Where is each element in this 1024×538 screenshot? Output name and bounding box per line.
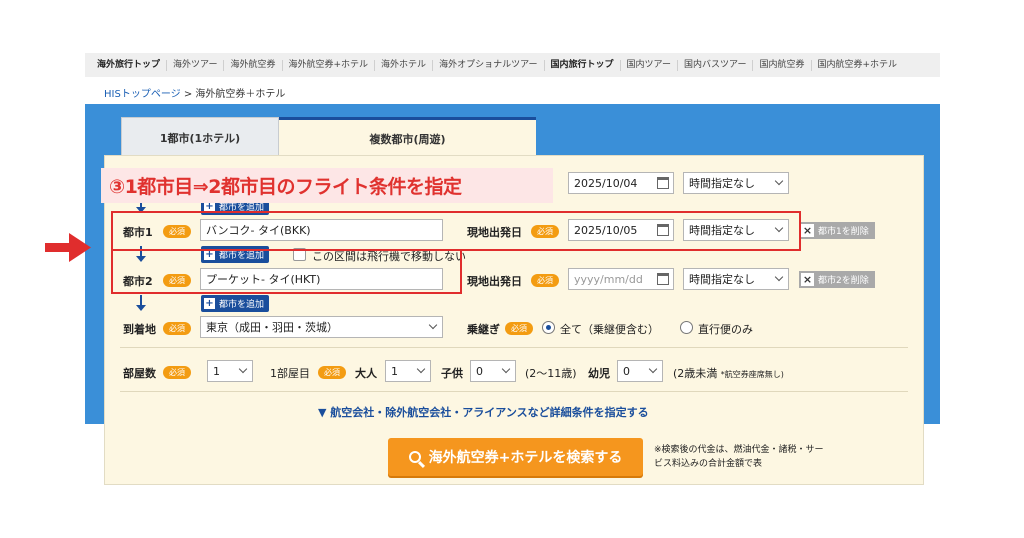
infant-range: (2歳未満 *航空券座席無し) <box>673 365 784 381</box>
chevron-down-icon <box>238 364 248 374</box>
chevron-down-icon <box>774 272 784 282</box>
infant-label: 幼児 <box>588 367 610 380</box>
origin-time-value: 時間指定なし <box>689 177 755 190</box>
adult-value: 1 <box>391 364 398 378</box>
transfer-all-label: 全て（乗継便含む） <box>560 323 659 336</box>
nav-link[interactable]: 海外ホテル <box>375 59 434 71</box>
origin-date-input[interactable]: 2025/10/04 <box>568 172 674 194</box>
rooms-select[interactable]: 1 <box>207 360 253 382</box>
breadcrumb: HISトップページ > 海外航空券＋ホテル <box>104 85 285 100</box>
detail-conditions-link[interactable]: ▼ 航空会社・除外航空会社・アライアンスなど詳細条件を指定する <box>318 404 649 420</box>
close-icon: × <box>801 273 814 286</box>
infant-select[interactable]: 0 <box>617 360 663 382</box>
plus-icon: + <box>204 298 215 309</box>
breadcrumb-separator: > <box>183 89 193 100</box>
chevron-down-icon <box>428 320 438 330</box>
arrow-down-icon <box>136 295 146 311</box>
nav-link[interactable]: 国内旅行トップ <box>545 59 621 71</box>
nav-link[interactable]: 海外オプショナルツアー <box>433 59 545 71</box>
breadcrumb-home-link[interactable]: HISトップページ <box>104 89 181 100</box>
rooms-label: 部屋数 <box>123 367 156 380</box>
child-value: 0 <box>476 364 483 378</box>
required-badge: 必須 <box>531 274 559 287</box>
delete-city2-label: 都市2を削除 <box>818 276 869 286</box>
add-city-label: 都市を追加 <box>219 300 265 310</box>
transfer-all-radio[interactable] <box>542 321 555 334</box>
transfer-label: 乗継ぎ <box>467 323 500 336</box>
calendar-icon <box>657 177 669 189</box>
divider <box>120 391 908 392</box>
annotation-callout: ③1都市目⇒2都市目のフライト条件を指定 <box>101 168 553 203</box>
nav-link[interactable]: 海外ツアー <box>167 59 225 71</box>
city2-date-placeholder: yyyy/mm/dd <box>574 272 643 286</box>
required-badge: 必須 <box>318 366 346 379</box>
tab-multi-city[interactable]: 複数都市(周遊) <box>279 117 536 157</box>
transfer-direct-label: 直行便のみ <box>698 323 753 336</box>
required-badge: 必須 <box>163 366 191 379</box>
tab-single-city[interactable]: 1都市(1ホテル) <box>121 117 279 157</box>
divider <box>120 347 908 348</box>
close-icon: × <box>801 224 814 237</box>
chevron-down-icon <box>774 176 784 186</box>
delete-city1-label: 都市1を削除 <box>818 227 869 237</box>
nav-link[interactable]: 国内ツアー <box>621 59 679 71</box>
annotation-arrow-icon <box>45 233 91 262</box>
chevron-down-icon <box>501 364 511 374</box>
add-city-button-2[interactable]: + 都市を追加 <box>201 295 270 312</box>
origin-time-select[interactable]: 時間指定なし <box>683 172 789 194</box>
nav-link[interactable]: 海外旅行トップ <box>91 59 168 71</box>
required-badge: 必須 <box>163 322 191 335</box>
transfer-direct-radio[interactable] <box>680 321 693 334</box>
infant-range-text: (2歳未満 <box>673 367 718 380</box>
search-button-label: 海外航空券+ホテルを検索する <box>428 450 623 466</box>
calendar-icon <box>657 273 669 285</box>
adult-label: 大人 <box>355 367 377 380</box>
breadcrumb-current: 海外航空券＋ホテル <box>195 89 286 100</box>
delete-city2-button[interactable]: × 都市2を削除 <box>799 271 875 288</box>
search-icon <box>408 451 421 463</box>
room1-label: 1部屋目 <box>270 367 310 380</box>
annotation-highlight-box <box>111 249 462 294</box>
city2-time-value: 時間指定なし <box>689 273 755 286</box>
adult-select[interactable]: 1 <box>385 360 431 382</box>
arrival-value: 東京（成田・羽田・茨城） <box>206 321 338 334</box>
infant-note: *航空券座席無し) <box>720 370 784 379</box>
child-range: (2〜11歳) <box>525 367 577 380</box>
rooms-value: 1 <box>213 364 220 378</box>
search-button[interactable]: 海外航空券+ホテルを検索する <box>388 438 643 476</box>
child-label: 子供 <box>441 367 463 380</box>
chevron-down-icon <box>648 364 658 374</box>
nav-link[interactable]: 国内航空券 <box>753 59 812 71</box>
nav-link[interactable]: 海外航空券+ホテル <box>283 59 376 71</box>
child-select[interactable]: 0 <box>470 360 516 382</box>
required-badge: 必須 <box>505 322 533 335</box>
city2-date-label: 現地出発日 <box>467 275 522 288</box>
infant-value: 0 <box>623 364 630 378</box>
nav-link[interactable]: 国内航空券+ホテル <box>812 60 904 71</box>
chevron-down-icon <box>416 364 426 374</box>
nav-link[interactable]: 国内バスツアー <box>678 59 754 71</box>
city2-time-select[interactable]: 時間指定なし <box>683 268 789 290</box>
origin-date-value: 2025/10/04 <box>574 176 638 190</box>
arrival-label: 到着地 <box>123 323 156 336</box>
delete-city1-button[interactable]: × 都市1を削除 <box>799 222 875 239</box>
arrival-select[interactable]: 東京（成田・羽田・茨城） <box>200 316 443 338</box>
nav-link[interactable]: 海外航空券 <box>224 59 283 71</box>
global-nav: 海外旅行トップ 海外ツアー 海外航空券 海外航空券+ホテル 海外ホテル 海外オプショナルツ… <box>85 53 940 77</box>
annotation-highlight-box <box>111 211 801 251</box>
city2-date-input[interactable]: yyyy/mm/dd <box>568 268 674 290</box>
price-note: ※検索後の代金は、燃油代金・諸税・サービス料込みの合計金額で表 <box>654 445 824 469</box>
